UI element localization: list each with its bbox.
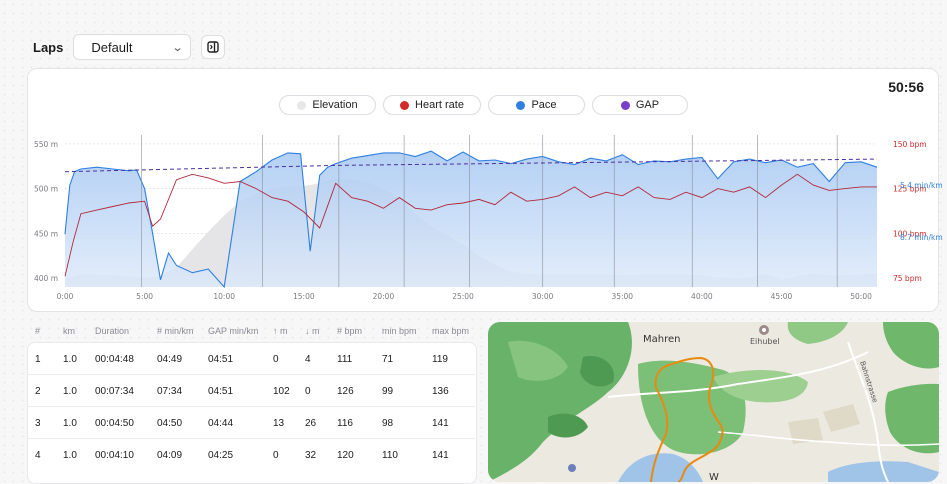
- table-cell: 00:04:10: [95, 450, 134, 461]
- x-tick-label: 45:00: [771, 292, 793, 301]
- column-header[interactable]: ↑ m: [273, 326, 288, 336]
- table-cell: 4: [305, 354, 311, 365]
- table-cell: 0: [273, 354, 279, 365]
- column-header[interactable]: #: [35, 326, 40, 336]
- left-axis-tick-label: 400 m: [34, 274, 58, 283]
- table-cell: 141: [432, 418, 449, 429]
- table-cell: 126: [337, 386, 354, 397]
- table-header: # km Duration # min/km GAP min/km ↑ m ↓ m # bpm…: [0, 320, 475, 340]
- table-cell: 1.0: [63, 354, 77, 365]
- column-header[interactable]: ↓ m: [305, 326, 320, 336]
- table-row[interactable]: 3 1.0 00:04:50 04:50 04:44 13 26 116 98 141: [0, 406, 475, 438]
- map-label-w: W: [709, 472, 719, 482]
- x-tick-label: 25:00: [452, 292, 474, 301]
- table-cell: 1.0: [63, 418, 77, 429]
- right-axis-pace-tick-label: 5.4 min/km: [900, 181, 943, 190]
- left-axis-tick-label: 550 m: [34, 140, 58, 149]
- table-cell: 1: [35, 354, 41, 365]
- table-cell: 04:09: [157, 450, 183, 461]
- x-tick-label: 40:00: [691, 292, 713, 301]
- column-header[interactable]: Duration: [95, 326, 129, 336]
- table-cell: 136: [432, 386, 449, 397]
- landmark-pin-center: [762, 328, 766, 332]
- table-cell: 4: [35, 450, 41, 461]
- map-label-mahren: Mahren: [643, 334, 680, 345]
- column-header[interactable]: km: [63, 326, 75, 336]
- left-axis-tick-label: 500 m: [34, 185, 58, 194]
- right-axis-pace-tick-label: 8.7 min/km: [900, 233, 943, 242]
- table-cell: 120: [337, 450, 354, 461]
- table-cell: 04:51: [208, 386, 234, 397]
- table-cell: 116: [337, 418, 353, 429]
- x-tick-label: 35:00: [611, 292, 633, 301]
- column-header[interactable]: min bpm: [382, 326, 417, 336]
- left-axis-tick-label: 450 m: [34, 229, 58, 238]
- table-cell: 04:50: [157, 418, 183, 429]
- table-cell: 07:34: [157, 386, 183, 397]
- table-cell: 71: [382, 354, 394, 365]
- table-cell: 99: [382, 386, 394, 397]
- table-cell: 04:49: [157, 354, 183, 365]
- table-row[interactable]: 4 1.0 00:04:10 04:09 04:25 0 32 120 110 141: [0, 438, 475, 470]
- table-cell: 04:51: [208, 354, 234, 365]
- table-cell: 04:44: [208, 418, 234, 429]
- column-header[interactable]: GAP min/km: [208, 326, 258, 336]
- table-cell: 26: [305, 418, 317, 429]
- row-divider: [27, 406, 475, 407]
- column-header[interactable]: # bpm: [337, 326, 362, 336]
- x-tick-label: 30:00: [532, 292, 554, 301]
- table-cell: 119: [432, 354, 448, 365]
- map-canvas: Mahren Eihubel Bahnstrasse W: [488, 322, 939, 482]
- table-cell: 111: [337, 354, 353, 365]
- table-cell: 3: [35, 418, 41, 429]
- column-header[interactable]: # min/km: [157, 326, 194, 336]
- table-cell: 0: [273, 450, 279, 461]
- row-divider: [27, 438, 475, 439]
- right-axis-hr-tick-label: 150 bpm: [893, 140, 927, 149]
- x-tick-label: 15:00: [293, 292, 315, 301]
- route-map[interactable]: Mahren Eihubel Bahnstrasse W: [488, 322, 939, 482]
- table-cell: 98: [382, 418, 394, 429]
- table-cell: 141: [432, 450, 449, 461]
- x-tick-label: 0:00: [57, 292, 74, 301]
- table-cell: 32: [305, 450, 317, 461]
- table-row[interactable]: 2 1.0 00:07:34 07:34 04:51 102 0 126 99 136: [0, 374, 475, 406]
- column-header[interactable]: max bpm: [432, 326, 469, 336]
- activity-chart[interactable]: 0:00 5:00 10:00 15:00 20:00 25:00 30:00 35:00 40…: [0, 0, 947, 320]
- x-tick-label: 50:00: [850, 292, 872, 301]
- table-cell: 00:04:50: [95, 418, 134, 429]
- table-cell: 1.0: [63, 450, 77, 461]
- x-tick-label: 5:00: [136, 292, 153, 301]
- table-cell: 2: [35, 386, 41, 397]
- x-tick-label: 20:00: [373, 292, 395, 301]
- table-cell: 13: [273, 418, 285, 429]
- right-axis-hr-tick-label: 75 bpm: [893, 274, 922, 283]
- map-label-eihubel: Eihubel: [750, 337, 780, 346]
- table-cell: 1.0: [63, 386, 77, 397]
- table-cell: 102: [273, 386, 290, 397]
- table-cell: 110: [382, 450, 398, 461]
- row-divider: [27, 374, 475, 375]
- table-cell: 0: [305, 386, 311, 397]
- table-cell: 04:25: [208, 450, 234, 461]
- x-tick-label: 10:00: [213, 292, 235, 301]
- table-cell: 00:04:48: [95, 354, 134, 365]
- table-cell: 00:07:34: [95, 386, 134, 397]
- table-row[interactable]: 1 1.0 00:04:48 04:49 04:51 0 4 111 71 119: [0, 342, 475, 374]
